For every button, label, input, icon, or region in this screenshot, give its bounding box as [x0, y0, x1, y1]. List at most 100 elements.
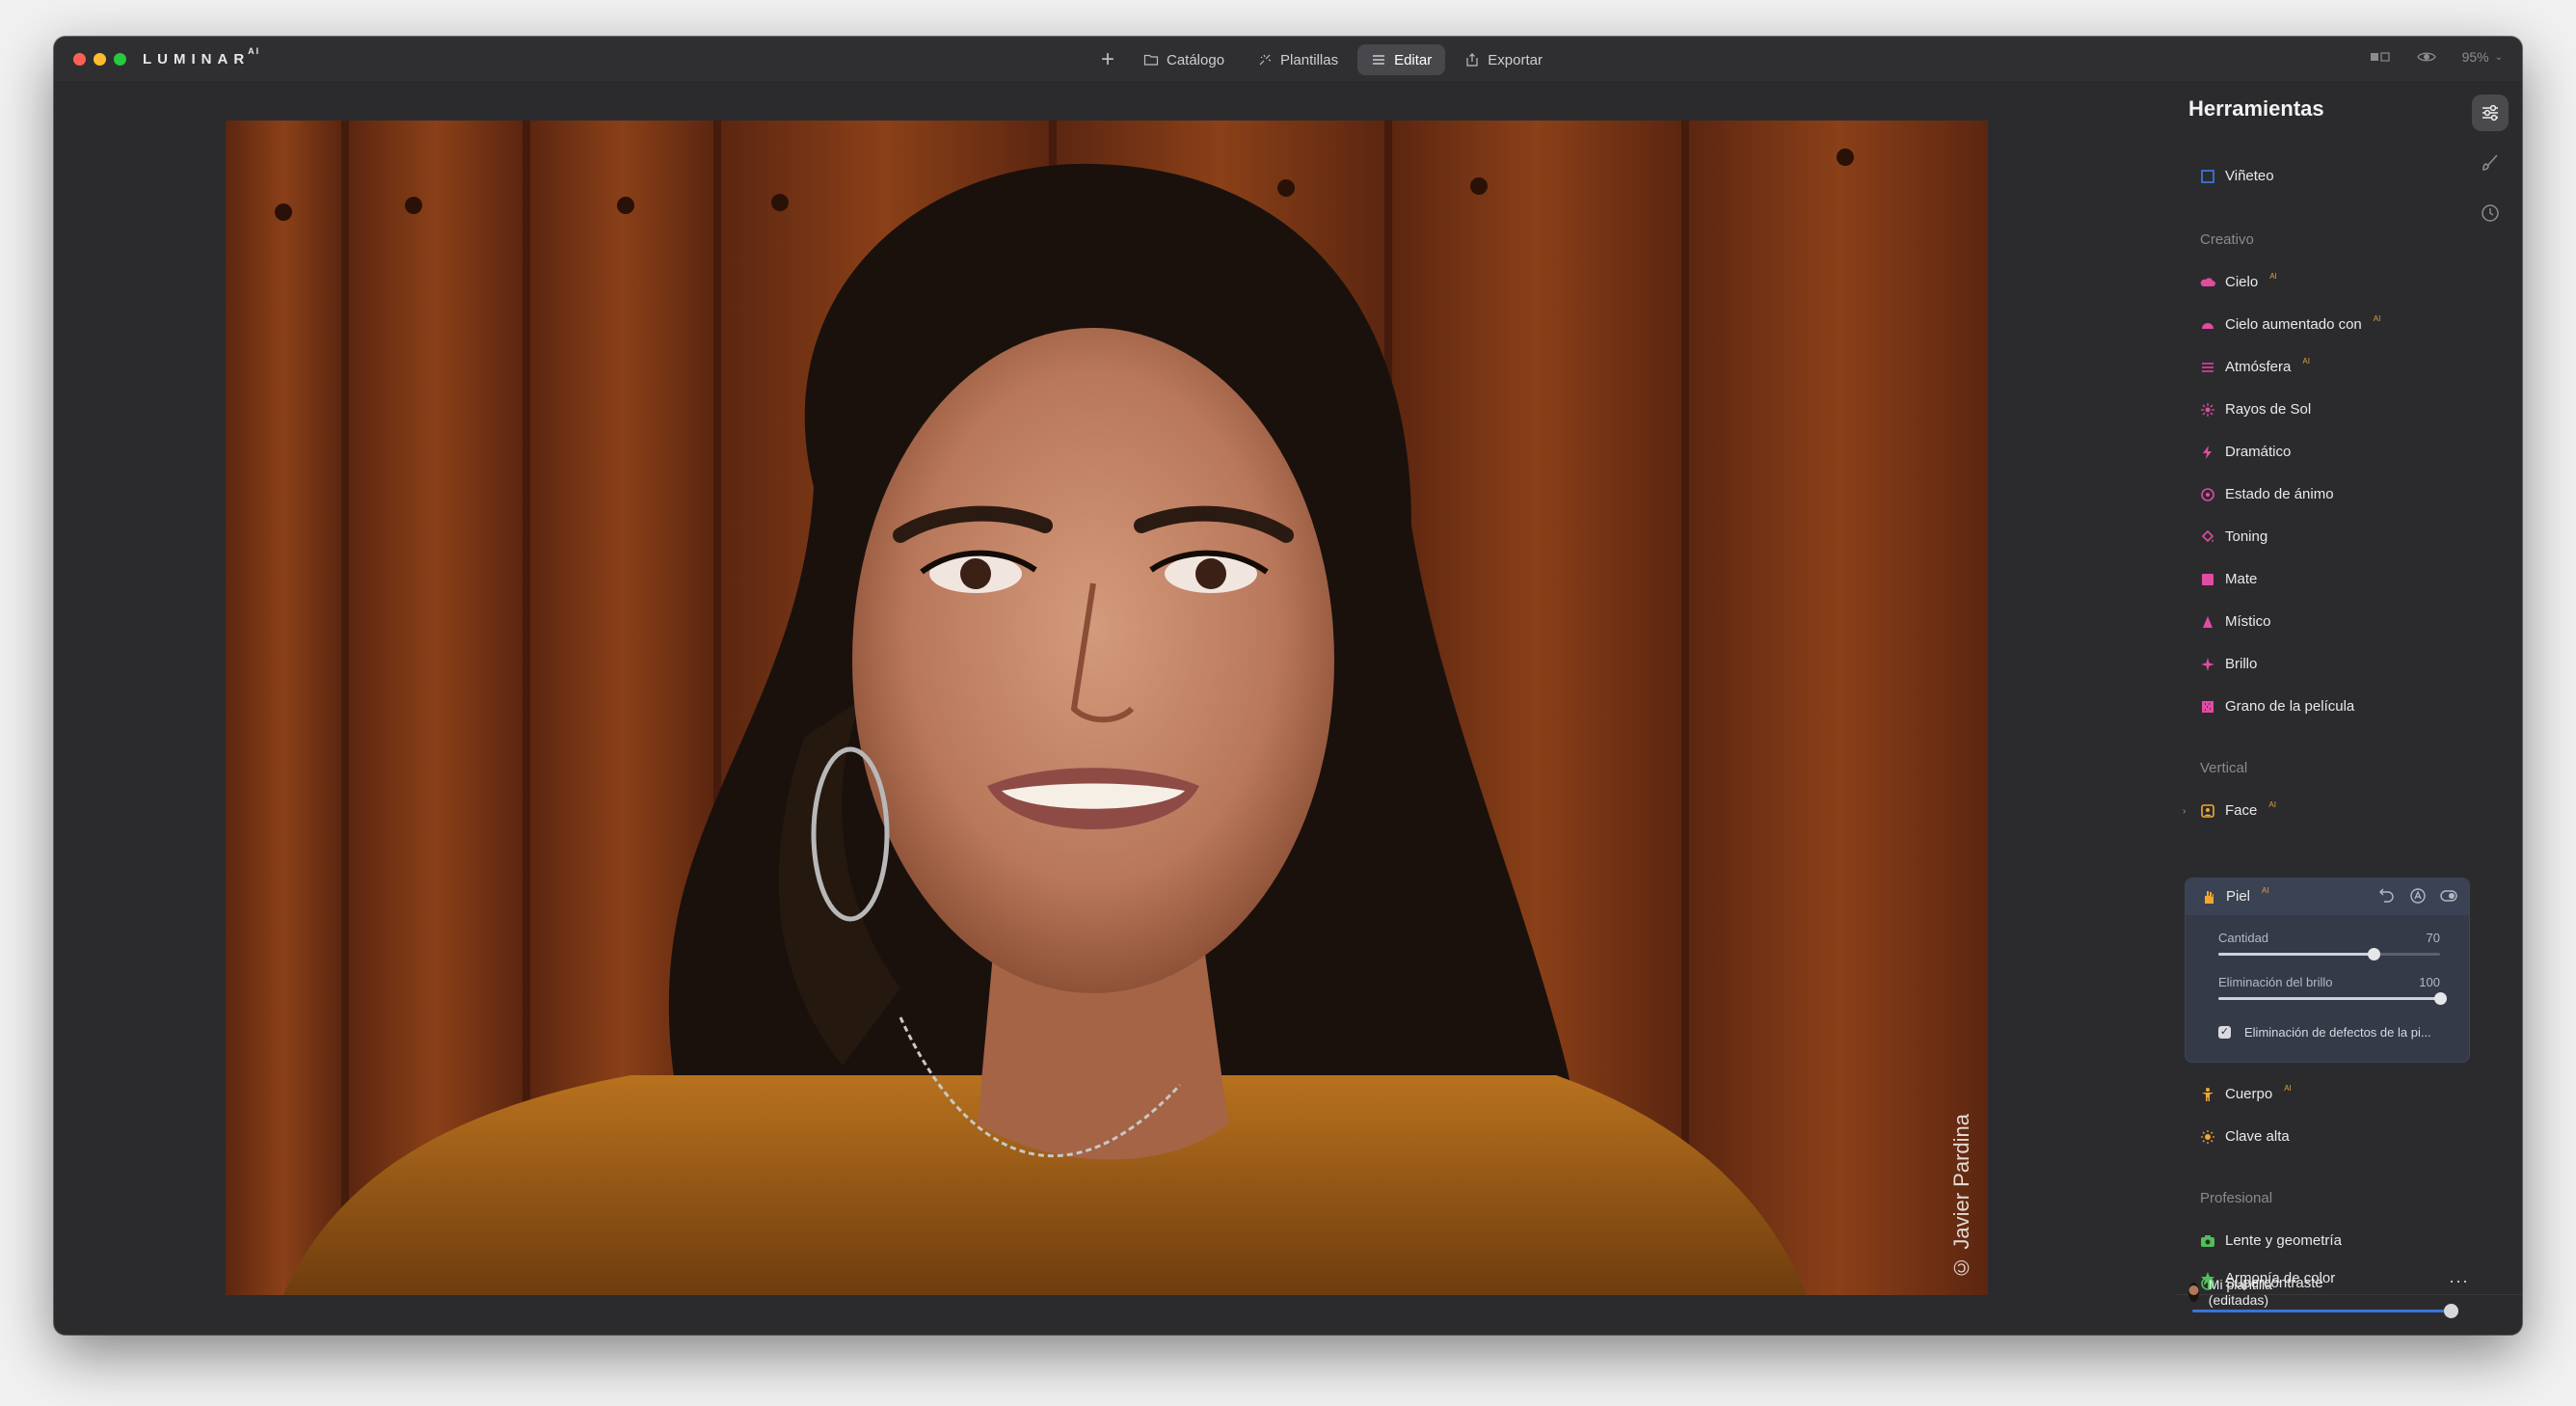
- tool-piel-actions: [2378, 887, 2457, 905]
- template-avatar: [2188, 1283, 2199, 1302]
- templates-icon: [1259, 54, 1272, 66]
- chevron-right-icon[interactable]: ›: [2183, 806, 2186, 817]
- ai-badge: AI: [2269, 272, 2277, 281]
- tool-piel-header[interactable]: Piel AI: [2186, 879, 2469, 915]
- ai-badge: AI: [2268, 800, 2276, 809]
- tool-vineteo-label: Viñeteo: [2225, 168, 2274, 184]
- tool-rayos-de-sol[interactable]: Rayos de Sol: [2200, 401, 2311, 418]
- chevron-down-icon[interactable]: ⌄: [2495, 52, 2503, 63]
- tool-dramatico-label: Dramático: [2225, 444, 2292, 460]
- tool-cielo-aumentado[interactable]: Cielo aumentado con AI: [2200, 314, 2380, 333]
- film-grain-icon: [2202, 700, 2214, 713]
- ai-badge: AI: [2262, 886, 2269, 895]
- matte-icon: [2202, 573, 2214, 585]
- zoom-level[interactable]: 95%: [2462, 49, 2489, 65]
- eye-icon[interactable]: [2416, 48, 2437, 66]
- section-creativo[interactable]: Creativo: [2200, 231, 2254, 248]
- nav-editar-label: Editar: [1394, 51, 1433, 68]
- nav-exportar[interactable]: Exportar: [1451, 44, 1556, 75]
- zoom-window-button[interactable]: [114, 53, 126, 66]
- sliders-icon: [2482, 104, 2498, 122]
- template-more-button[interactable]: ···: [2449, 1271, 2469, 1291]
- tool-brillo[interactable]: Brillo: [2200, 656, 2257, 672]
- cantidad-value[interactable]: 70: [2427, 931, 2440, 945]
- tool-estado-label: Estado de ánimo: [2225, 486, 2334, 502]
- tool-toning-label: Toning: [2225, 528, 2268, 545]
- nav-catalogo-label: Catálogo: [1167, 51, 1225, 68]
- tool-cielo[interactable]: Cielo AI: [2200, 272, 2277, 290]
- tool-toning[interactable]: Toning: [2200, 528, 2267, 545]
- auto-icon[interactable]: [2409, 887, 2427, 905]
- defectos-checkbox[interactable]: ✓: [2218, 1026, 2231, 1039]
- face-icon: [2201, 803, 2214, 818]
- tool-cielo-aumentado-label: Cielo aumentado con: [2225, 316, 2362, 333]
- nav-plantillas[interactable]: Plantillas: [1244, 44, 1352, 75]
- mood-icon: [2201, 487, 2214, 501]
- photo-watermark: © Javier Pardina: [1949, 1114, 1973, 1280]
- template-label: Mi plantilla (editadas): [2208, 1277, 2272, 1308]
- cantidad-label: Cantidad: [2218, 931, 2269, 945]
- history-tab[interactable]: [2472, 195, 2509, 231]
- high-key-icon: [2201, 1129, 2214, 1144]
- tool-rayos-label: Rayos de Sol: [2225, 401, 2312, 418]
- app-window: LUMINARAI + Catálogo Plantillas Editar E…: [54, 37, 2522, 1335]
- nav-editar[interactable]: Editar: [1357, 44, 1446, 75]
- toggle-visibility-icon[interactable]: [2440, 887, 2457, 905]
- tool-mate[interactable]: Mate: [2200, 571, 2257, 587]
- tool-atmosfera[interactable]: Atmósfera AI: [2200, 357, 2310, 375]
- compare-icon[interactable]: [2370, 48, 2391, 66]
- nav-catalogo[interactable]: Catálogo: [1130, 44, 1238, 75]
- tools-panel: Herramientas Viñeteo Creativo Cielo AI Ci…: [2175, 83, 2522, 1335]
- tool-lente[interactable]: Lente y geometría: [2200, 1232, 2342, 1249]
- section-profesional[interactable]: Profesional: [2200, 1190, 2272, 1206]
- title-bar: LUMINARAI + Catálogo Plantillas Editar E…: [54, 37, 2522, 83]
- cantidad-slider-row: Cantidad 70: [2218, 931, 2440, 960]
- body-icon: [2202, 1087, 2214, 1101]
- close-window-button[interactable]: [73, 53, 86, 66]
- window-controls: [73, 53, 126, 66]
- brush-icon: [2482, 154, 2498, 171]
- photo-canvas[interactable]: © Javier Pardina: [226, 121, 1988, 1295]
- tool-piel-card: Piel AI Cantidad 70 Eliminación del bril…: [2185, 878, 2470, 1063]
- cantidad-slider[interactable]: [2218, 948, 2440, 960]
- template-amount-handle[interactable]: [2444, 1304, 2458, 1318]
- brush-tab[interactable]: [2472, 145, 2509, 181]
- tool-clave-alta[interactable]: Clave alta: [2200, 1128, 2290, 1145]
- tool-cielo-label: Cielo: [2225, 274, 2259, 290]
- tool-piel[interactable]: Piel AI: [2201, 886, 2269, 905]
- cantidad-slider-handle[interactable]: [2368, 948, 2380, 960]
- tool-vineteo[interactable]: Viñeteo: [2200, 168, 2274, 184]
- minimize-window-button[interactable]: [94, 53, 106, 66]
- app-logo: LUMINARAI: [143, 46, 260, 68]
- tool-cuerpo-label: Cuerpo: [2225, 1086, 2273, 1102]
- tool-face[interactable]: Face AI: [2200, 800, 2276, 819]
- undo-icon[interactable]: [2378, 887, 2396, 905]
- brillo-slider-row: Eliminación del brillo 100: [2218, 975, 2447, 1005]
- tool-estado-de-animo[interactable]: Estado de ánimo: [2200, 486, 2334, 502]
- toning-bucket-icon: [2201, 529, 2214, 542]
- tool-clave-label: Clave alta: [2225, 1128, 2290, 1145]
- brillo-slider[interactable]: [2218, 992, 2447, 1005]
- defectos-checkbox-row[interactable]: ✓ Eliminación de defectos de la pi...: [2218, 1025, 2431, 1040]
- logo-suffix: AI: [248, 46, 261, 56]
- tool-dramatico[interactable]: Dramático: [2200, 444, 2291, 460]
- clock-icon: [2482, 204, 2499, 222]
- tool-piel-label: Piel: [2226, 888, 2251, 905]
- tool-mistico-label: Místico: [2225, 613, 2271, 630]
- panel-switcher: [2472, 95, 2509, 231]
- section-vertical[interactable]: Vertical: [2200, 760, 2247, 776]
- tools-tab[interactable]: [2472, 95, 2509, 131]
- tool-mistico[interactable]: Místico: [2200, 613, 2271, 630]
- panel-title: Herramientas: [2188, 96, 2324, 121]
- brillo-slider-fill: [2218, 997, 2440, 1000]
- brillo-value[interactable]: 100: [2419, 975, 2440, 989]
- brillo-slider-handle[interactable]: [2434, 992, 2447, 1005]
- add-photos-button[interactable]: +: [1091, 43, 1124, 76]
- tool-grano[interactable]: Grano de la película: [2200, 698, 2354, 715]
- tool-grano-label: Grano de la película: [2225, 698, 2355, 715]
- augmented-sky-icon: [2202, 322, 2214, 329]
- export-icon: [1466, 53, 1478, 67]
- cloud-icon: [2200, 277, 2215, 286]
- tool-cuerpo[interactable]: Cuerpo AI: [2200, 1084, 2292, 1102]
- template-amount-slider[interactable]: [2192, 1304, 2458, 1318]
